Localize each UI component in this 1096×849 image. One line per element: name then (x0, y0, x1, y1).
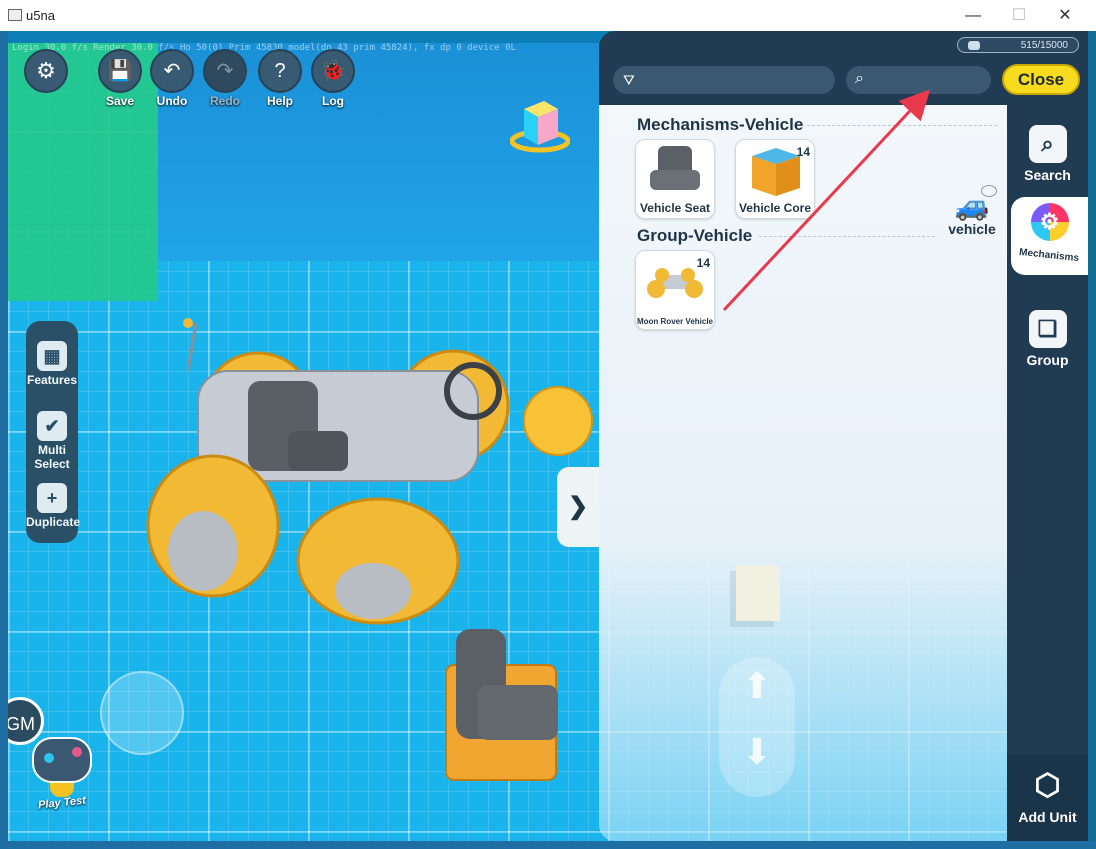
undo-label: Undo (156, 94, 188, 108)
undo-icon: ↶ (150, 49, 194, 93)
window-title: u5na (26, 8, 55, 23)
chevron-right-icon: ❯ (567, 493, 589, 520)
arrow-up-icon[interactable]: ⬆ (719, 665, 795, 707)
search-icon: ⌕ (1028, 125, 1067, 163)
item-count: 14 (696, 256, 710, 270)
search-icon: ⌕ (855, 70, 864, 87)
window-frame-left (0, 31, 8, 841)
view-cube-gizmo[interactable] (510, 95, 570, 155)
duplicate-button[interactable]: + Duplicate (26, 483, 81, 529)
item-name: Vehicle Core (738, 201, 812, 215)
features-button[interactable]: ▦ Features (26, 341, 78, 387)
filter-dropdown[interactable]: ⛛ (613, 66, 835, 94)
settings-button[interactable]: ⚙ (24, 49, 68, 93)
bug-icon: 🐞 (311, 49, 355, 93)
unit-counter: 515/15000 (957, 37, 1079, 53)
add-unit-button[interactable]: ⬡ Add Unit (1007, 755, 1088, 841)
play-test-button[interactable]: Play Test (30, 737, 94, 817)
item-vehicle-seat[interactable]: Vehicle Seat (635, 139, 715, 219)
vertical-move-control[interactable]: ⬆ ⬇ (719, 657, 795, 797)
close-window-button[interactable]: ✕ (1042, 0, 1088, 31)
collapse-panel-button[interactable]: ❯ (557, 467, 599, 547)
arrow-down-icon[interactable]: ⬇ (719, 731, 795, 773)
unit-library-panel: 515/15000 ⛛ ⌕ Close ❯ Mechanisms-Vehicle… (557, 31, 1088, 841)
features-label: Features (26, 373, 78, 387)
window-titlebar: u5na — ☐ ✕ (0, 0, 1096, 32)
scene-cube (736, 565, 780, 621)
maximize-button[interactable]: ☐ (996, 0, 1042, 31)
item-moon-rover-vehicle[interactable]: 14 Moon Rover Vehicle (635, 250, 715, 330)
cube-icon: ⬡ (1034, 769, 1061, 802)
play-test-label: Play Test (37, 794, 87, 812)
log-button[interactable]: 🐞 Log (311, 49, 355, 108)
group-icon: ❏ (1028, 310, 1067, 348)
rail-item-label: Group (1026, 352, 1069, 368)
rail-item-label: Mechanisms (1019, 246, 1080, 265)
gamepad-icon (32, 737, 92, 783)
help-button[interactable]: ? Help (258, 49, 302, 108)
mechanisms-icon: ⚙ (1030, 203, 1069, 241)
help-label: Help (266, 94, 293, 108)
save-button[interactable]: 💾 Save (98, 49, 142, 108)
search-input[interactable] (878, 70, 986, 92)
panel-body: ❯ Mechanisms-Vehicle Vehicle Seat 14 Veh… (557, 105, 1007, 841)
gear-icon: ⚙ (36, 58, 56, 83)
rail-item-label: Search (1024, 167, 1071, 183)
panel-header: 515/15000 ⛛ ⌕ Close (599, 31, 1088, 105)
rail-item-group[interactable]: ❏ Group (1007, 310, 1088, 368)
vehicle-seat-model[interactable] (438, 625, 568, 785)
duplicate-icon: + (37, 483, 67, 513)
window-frame-right (1088, 31, 1096, 841)
close-panel-button[interactable]: Close (1002, 64, 1080, 95)
checkbox-icon: ✔ (37, 411, 67, 441)
filter-icon: ⛛ (623, 72, 635, 88)
category-rail: ⌕ Search ⚙ Mechanisms ❏ Group ⬡ Add Unit (1007, 105, 1088, 841)
item-count: 14 (796, 145, 810, 159)
search-box[interactable]: ⌕ (846, 66, 991, 94)
game-viewport[interactable]: Login 30.0 f/s Render 30.0 f/s Ho 50(0) … (8, 31, 1088, 841)
vehicle-category-tag[interactable]: 🚙 vehicle (940, 190, 1004, 238)
redo-label: Redo (210, 94, 240, 108)
multi-select-label: Multi Select (34, 443, 70, 471)
left-toolbar: ▦ Features ✔ Multi Select + Duplicate (26, 321, 81, 543)
section-divider (759, 236, 935, 237)
help-icon: ? (258, 49, 302, 93)
window-frame-bottom (0, 841, 1096, 849)
minimize-button[interactable]: — (950, 0, 996, 31)
section-title-mechanisms-vehicle: Mechanisms-Vehicle (637, 115, 804, 134)
save-icon: 💾 (98, 49, 142, 93)
multi-select-button[interactable]: ✔ Multi Select (26, 411, 78, 471)
item-name: Vehicle Seat (639, 201, 711, 215)
features-icon: ▦ (37, 341, 67, 371)
item-vehicle-core[interactable]: 14 Vehicle Core (735, 139, 815, 219)
log-label: Log (322, 94, 344, 108)
rail-item-mechanisms[interactable]: ⚙ Mechanisms (1011, 197, 1088, 275)
item-name: Moon Rover Vehicle (636, 317, 714, 326)
vehicle-tag-label: vehicle (948, 221, 996, 237)
car-icon: 🚙 (954, 190, 990, 221)
undo-button[interactable]: ↶ Undo (150, 49, 194, 108)
add-unit-label: Add Unit (1018, 809, 1077, 825)
unit-counter-value: 515/15000 (1020, 40, 1068, 51)
duplicate-label: Duplicate (26, 515, 81, 529)
rail-item-search[interactable]: ⌕ Search (1007, 125, 1088, 183)
section-divider (807, 125, 997, 126)
app-icon (8, 9, 22, 21)
redo-button[interactable]: ↷ Redo (203, 49, 247, 108)
movement-joystick[interactable] (100, 671, 184, 755)
redo-icon: ↷ (203, 49, 247, 93)
database-icon (968, 41, 980, 50)
moon-rover-vehicle-model[interactable] (118, 311, 598, 631)
save-label: Save (105, 94, 135, 108)
vehicle-seat-thumbnail (650, 146, 700, 190)
section-title-group-vehicle: Group-Vehicle (637, 226, 753, 245)
